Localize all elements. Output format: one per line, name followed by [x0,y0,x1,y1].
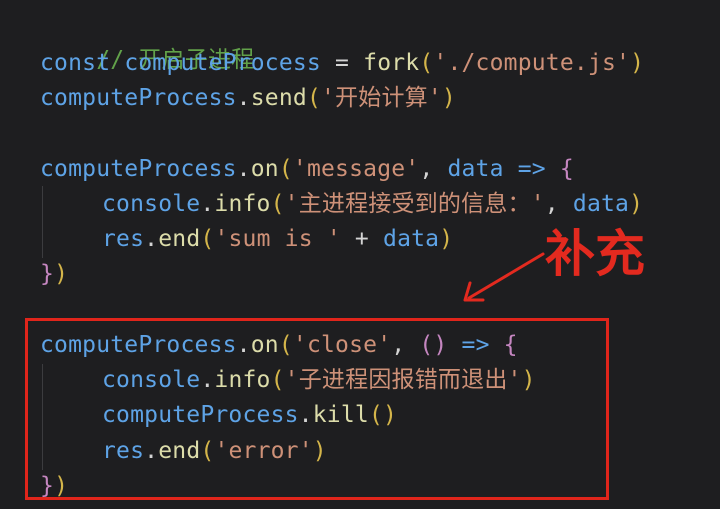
string-literal: 'sum is ' [214,226,341,252]
paren: ( [278,156,293,182]
paren: ) [441,85,456,111]
function-name: end [158,226,201,252]
parameter: data [447,156,504,182]
code-line-console-info: console.info('主进程接受到的信息：', data) [102,188,643,220]
variable: computeProcess [124,50,321,76]
code-line-res-end: res.end('sum is ' + data) [102,223,453,255]
dot: . [236,156,251,182]
brace: { [559,156,574,182]
operator: = [320,50,364,76]
annotation-label: 补充 [545,225,645,283]
paren: ) [54,261,69,287]
code-line-comment: // 开启子进程 [40,12,254,73]
code-editor[interactable]: // 开启子进程 const computeProcess = fork('./… [0,0,720,509]
dot: . [236,85,251,111]
string-literal: 'message' [292,156,420,182]
paren: ) [439,226,454,252]
annotation-arrow-icon [463,252,545,302]
string-literal: '主进程接受到的信息：' [284,191,545,217]
code-line-on-message: computeProcess.on('message', data => { [40,153,574,185]
parameter: data [383,226,440,252]
function-name: send [250,85,307,111]
string-literal: '开始计算' [321,85,442,111]
highlight-box [25,318,609,500]
code-line-fork: const computeProcess = fork('./compute.j… [40,47,644,79]
dot: . [144,226,159,252]
paren: ) [629,191,644,217]
dot: . [200,191,215,217]
object-name: res [102,226,145,252]
paren: ) [630,50,645,76]
string-literal: './compute.js' [433,50,631,76]
function-name: on [250,156,279,182]
code-line-send: computeProcess.send('开始计算') [40,82,456,114]
code-line-close-block: }) [40,258,68,290]
variable: computeProcess [40,85,237,111]
object-name: console [102,191,201,217]
keyword-const: const [40,50,111,76]
paren: ( [306,85,321,111]
comma: , [419,156,448,182]
comma: , [544,191,573,217]
paren: ( [270,191,285,217]
function-name: fork [363,50,420,76]
operator: + [340,226,384,252]
parameter: data [572,191,630,217]
function-name: info [214,191,271,217]
paren: ( [419,50,434,76]
arrow-operator: => [503,156,560,182]
indent-guide [42,186,43,258]
paren: ( [200,226,215,252]
variable: computeProcess [40,156,237,182]
brace: } [40,261,55,287]
